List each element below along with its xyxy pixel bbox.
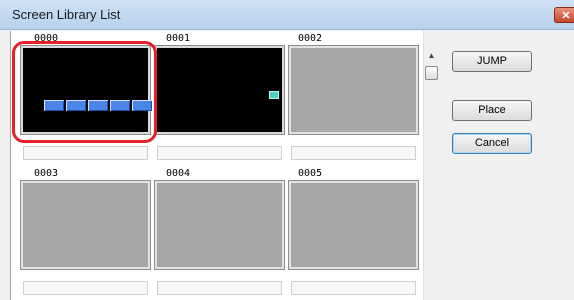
screen-caption-0002	[291, 146, 416, 160]
preview-block	[66, 100, 86, 111]
screen-thumbnail-0002[interactable]	[288, 45, 419, 135]
close-button[interactable]: ✕	[554, 7, 574, 23]
jump-button[interactable]: JUMP	[452, 51, 532, 72]
preview-block	[132, 100, 152, 111]
preview-block	[44, 100, 64, 111]
preview-block	[110, 100, 130, 111]
scroll-up-arrow-icon[interactable]: ▲	[424, 49, 439, 63]
screen-caption-0000	[23, 146, 148, 160]
screen-label-0004: 0004	[166, 168, 191, 179]
screen-thumbnail-0001[interactable]	[154, 45, 285, 135]
preview-block	[88, 100, 108, 111]
close-icon: ✕	[561, 10, 571, 22]
preview-marker	[269, 91, 279, 99]
cancel-button[interactable]: Cancel	[452, 133, 532, 154]
vertical-scrollbar[interactable]: ▲	[423, 31, 439, 300]
screen-label-0003: 0003	[34, 168, 59, 179]
screen-caption-0004	[157, 281, 282, 295]
screen-thumbnail-0000[interactable]	[20, 45, 152, 135]
screen-thumbnail-0005[interactable]	[288, 180, 419, 270]
screen-caption-0003	[23, 281, 148, 295]
screen-caption-0001	[157, 146, 282, 160]
screen-label-0000: 0000	[34, 33, 59, 44]
scroll-thumb[interactable]	[425, 66, 438, 80]
screen-caption-0005	[291, 281, 416, 295]
screen-thumbnail-0004[interactable]	[154, 180, 285, 270]
screen-thumbnail-0003[interactable]	[20, 180, 151, 270]
screen-grid: 0000 0001 0002 0003 0004 0005	[0, 0, 424, 300]
screen-label-0001: 0001	[166, 33, 191, 44]
screen-label-0002: 0002	[298, 33, 323, 44]
place-button[interactable]: Place	[452, 100, 532, 121]
screen-label-0005: 0005	[298, 168, 323, 179]
